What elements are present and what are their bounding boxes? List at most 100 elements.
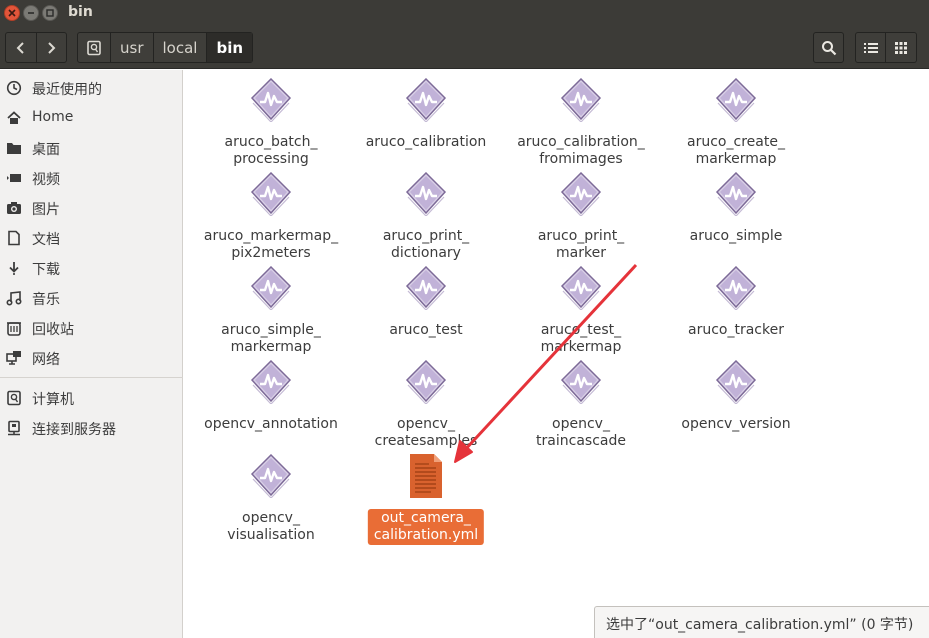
file-name: aruco_create_ markermap (661, 134, 811, 168)
file-name-line: aruco_calibration (365, 134, 487, 150)
sidebar-item-computer[interactable]: 计算机 (0, 385, 183, 411)
file-name-line: opencv_version (681, 416, 791, 432)
sidebar-item-connect-server[interactable]: 连接到服务器 (0, 415, 183, 441)
forward-button[interactable] (35, 33, 66, 62)
file-name-line: aruco_tracker (688, 322, 784, 338)
grid-view-icon (895, 41, 907, 54)
file-name-line: pix2meters (231, 245, 311, 261)
grid-view-button[interactable] (886, 32, 917, 63)
trash-icon (6, 320, 22, 336)
sidebar-item-label: 音乐 (32, 292, 60, 308)
sidebar-divider (0, 377, 183, 378)
file-name-line: aruco_create_ (687, 134, 785, 150)
file-name-line: aruco_test (389, 322, 463, 338)
maximize-icon (46, 9, 54, 17)
file-name-line: visualisation (227, 527, 315, 543)
executable-file-icon (250, 266, 292, 310)
file-name: aruco_print_ dictionary (351, 228, 501, 262)
executable-file-icon (405, 172, 447, 216)
file-name: opencv_ createsamples (351, 416, 501, 450)
file-name-line: fromimages (539, 151, 623, 167)
file-name: opencv_ visualisation (196, 510, 346, 544)
sidebar-item-videos[interactable]: 视频 (0, 165, 183, 191)
file-name: aruco_batch_ processing (196, 134, 346, 168)
executable-file-icon (715, 78, 757, 122)
file-name-line: traincascade (536, 433, 626, 449)
file-name-line: createsamples (374, 433, 478, 449)
network-icon (6, 350, 22, 366)
document-icon (6, 230, 22, 246)
chevron-right-icon (48, 41, 56, 54)
executable-file-icon (405, 266, 447, 310)
computer-icon (6, 390, 22, 406)
sidebar-item-label: 回收站 (32, 322, 74, 338)
sidebar-item-trash[interactable]: 回收站 (0, 315, 183, 341)
executable-file-icon (250, 172, 292, 216)
path-crumb-local[interactable]: local (152, 33, 207, 62)
file-name: aruco_simple (661, 228, 811, 245)
minimize-window-button[interactable] (23, 5, 39, 21)
sidebar-item-downloads[interactable]: 下载 (0, 255, 183, 281)
back-button[interactable] (6, 33, 36, 62)
executable-file-icon (715, 172, 757, 216)
sidebar-item-pictures[interactable]: 图片 (0, 195, 183, 221)
status-bubble: 选中了“out_camera_calibration.yml” (0 字节) (594, 606, 929, 638)
list-view-button[interactable] (855, 32, 886, 63)
sidebar-item-label: 计算机 (32, 392, 74, 408)
executable-file-icon (405, 78, 447, 122)
text-document-icon (410, 454, 442, 498)
file-name-line: markermap (540, 339, 622, 355)
camera-icon (6, 200, 22, 216)
sidebar-item-label: 网络 (32, 352, 60, 368)
file-name-line: aruco_calibration_ (517, 134, 645, 150)
sidebar-item-label: 桌面 (32, 142, 60, 158)
executable-file-icon (560, 172, 602, 216)
path-crumb-bin[interactable]: bin (206, 33, 253, 62)
file-name-line: markermap (230, 339, 312, 355)
close-window-button[interactable] (4, 5, 20, 21)
sidebar-item-home[interactable]: Home (0, 105, 183, 131)
music-icon (6, 290, 22, 306)
file-name-line: out_camera_ (381, 510, 471, 526)
file-name-line: aruco_simple_ (221, 322, 321, 338)
file-grid: aruco_batch_ processing aruco_calibration… (184, 70, 929, 638)
file-name: aruco_calibration (351, 134, 501, 151)
file-name-line: aruco_test_ (540, 322, 622, 338)
folder-icon (6, 140, 22, 156)
executable-file-icon (715, 266, 757, 310)
sidebar-item-network[interactable]: 网络 (0, 345, 183, 371)
file-name: aruco_calibration_ fromimages (506, 134, 656, 168)
chevron-left-icon (16, 41, 24, 54)
file-name-line: aruco_print_ (382, 228, 470, 244)
list-view-icon (863, 42, 878, 53)
file-name: aruco_simple_ markermap (196, 322, 346, 356)
sidebar-item-recent[interactable]: 最近使用的 (0, 75, 183, 101)
file-name: opencv_annotation (196, 416, 346, 433)
file-name: aruco_tracker (661, 322, 811, 339)
path-crumb-usr[interactable]: usr (110, 33, 153, 62)
sidebar-item-desktop[interactable]: 桌面 (0, 135, 183, 161)
file-name-line: aruco_batch_ (224, 134, 318, 150)
file-name: opencv_version (661, 416, 811, 433)
file-name-line: aruco_simple (689, 228, 783, 244)
search-button[interactable] (813, 32, 844, 63)
sidebar-item-music[interactable]: 音乐 (0, 285, 183, 311)
sidebar-item-label: 文档 (32, 232, 60, 248)
server-icon (6, 420, 22, 436)
sidebar-item-documents[interactable]: 文档 (0, 225, 183, 251)
minimize-icon (28, 12, 34, 14)
navigation-buttons (5, 32, 67, 63)
file-name-line: processing (233, 151, 309, 167)
path-bar: usr local bin (77, 32, 254, 63)
file-name-line: opencv_ (397, 416, 455, 432)
video-icon (6, 170, 22, 186)
path-root-button[interactable] (78, 33, 110, 62)
file-name-line: opencv_annotation (204, 416, 338, 432)
title-bar: bin (0, 0, 929, 26)
sidebar-item-label: Home (32, 109, 74, 125)
file-name-line: markermap (695, 151, 777, 167)
executable-file-icon (560, 266, 602, 310)
sidebar-item-label: 下载 (32, 262, 60, 278)
file-name: aruco_print_ marker (506, 228, 656, 262)
maximize-window-button[interactable] (42, 5, 58, 21)
